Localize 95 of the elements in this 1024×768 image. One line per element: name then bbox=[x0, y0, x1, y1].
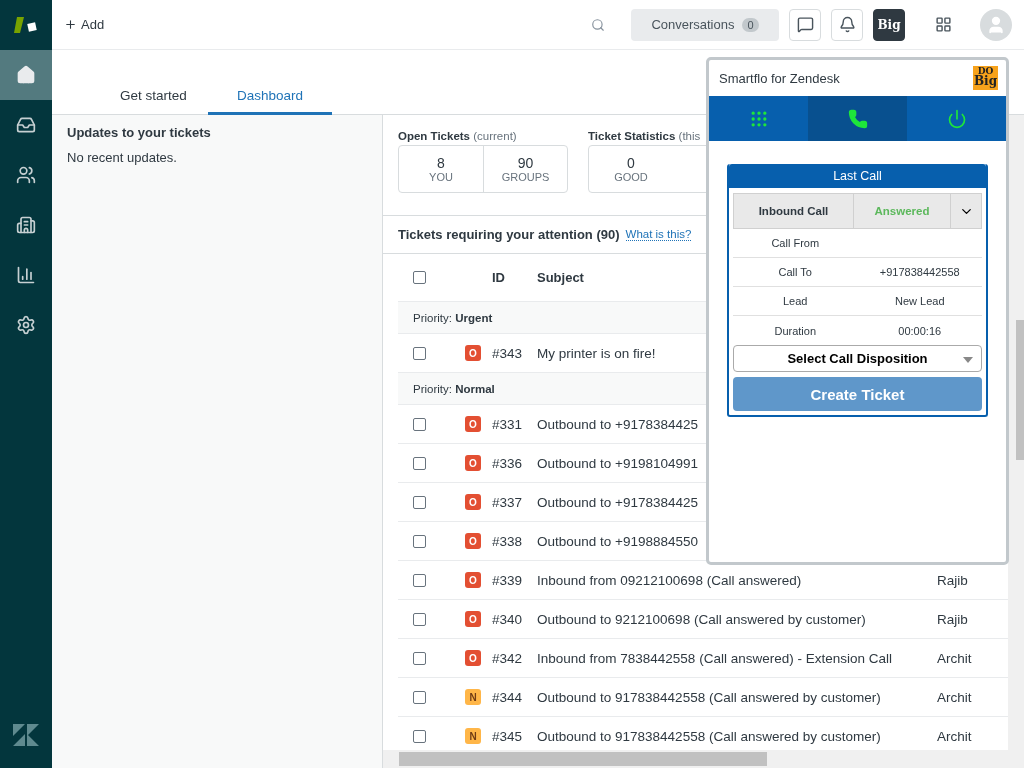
empty-message: No recent updates. bbox=[67, 150, 178, 165]
checkbox[interactable] bbox=[413, 651, 426, 665]
detail-label: Lead bbox=[782, 295, 809, 307]
requester: Archit bbox=[937, 728, 973, 744]
admin-icon bbox=[16, 315, 36, 335]
power-icon bbox=[946, 108, 967, 129]
requester: Archit bbox=[937, 650, 973, 666]
ticket-id: #343 bbox=[492, 345, 524, 361]
ticket-id: #342 bbox=[492, 650, 524, 666]
ticket-id: #338 bbox=[492, 533, 524, 549]
ticket-subject[interactable]: Inbound from 09212100698 (Call answered) bbox=[537, 572, 937, 588]
checkbox[interactable] bbox=[413, 612, 426, 626]
views-icon bbox=[16, 115, 36, 135]
zendesk-logo-icon bbox=[13, 724, 39, 746]
ticket-id: #336 bbox=[492, 455, 524, 471]
ticket-id: #345 bbox=[492, 728, 524, 744]
bell-icon bbox=[838, 16, 856, 33]
ticket-id: #339 bbox=[492, 572, 524, 588]
stat-value: 90 bbox=[517, 155, 534, 171]
apps-grid-icon[interactable] bbox=[935, 16, 952, 33]
ticket-id: #331 bbox=[492, 416, 524, 432]
column-header: Subject bbox=[537, 270, 585, 285]
checkbox[interactable] bbox=[413, 495, 426, 509]
search-icon bbox=[591, 17, 605, 32]
checkbox[interactable] bbox=[413, 417, 426, 431]
ticket-subject[interactable]: Outbound to 917838442558 (Call answered by customer) bbox=[537, 728, 937, 744]
checkbox[interactable] bbox=[413, 690, 426, 704]
status-badge: N bbox=[465, 689, 481, 705]
detail-label: Call From bbox=[770, 237, 821, 249]
organizations-icon bbox=[16, 215, 36, 235]
stat-label: YOU bbox=[429, 171, 453, 183]
requester: Archit bbox=[937, 689, 973, 705]
reporting-icon bbox=[16, 265, 36, 285]
checkbox[interactable] bbox=[413, 346, 426, 360]
status-badge: O bbox=[465, 416, 481, 432]
ticket-id: #344 bbox=[492, 689, 524, 705]
plus-icon bbox=[64, 18, 77, 31]
stat-label: GOOD bbox=[614, 171, 648, 183]
tab[interactable]: Get started bbox=[92, 88, 208, 115]
stat-label: GROUPS bbox=[501, 171, 550, 183]
checkbox[interactable] bbox=[413, 456, 426, 470]
status-badge: O bbox=[465, 494, 481, 510]
ticket-subject[interactable]: Outbound to 9212100698 (Call answered by customer) bbox=[537, 611, 937, 627]
phone-tab[interactable] bbox=[808, 96, 907, 141]
status-badge: O bbox=[465, 650, 481, 666]
detail-value: +917838442558 bbox=[878, 266, 961, 278]
column-header: ID bbox=[492, 270, 506, 285]
help-link[interactable]: What is this? bbox=[625, 228, 692, 241]
detail-value: 00:00:16 bbox=[897, 324, 943, 337]
person-icon bbox=[986, 14, 1006, 35]
ticket-subject[interactable]: Outbound to 917838442558 (Call answered by customer) bbox=[537, 689, 937, 705]
home-icon bbox=[16, 65, 36, 85]
card-title: Last Call bbox=[729, 164, 986, 188]
detail-value: New Lead bbox=[893, 295, 946, 307]
status-badge: O bbox=[465, 533, 481, 549]
disposition-select[interactable]: Select Call Disposition bbox=[733, 345, 982, 372]
group-label: Priority: Urgent bbox=[413, 311, 493, 324]
conversations-button[interactable]: Conversations 0 bbox=[631, 8, 779, 41]
status-badge: O bbox=[465, 455, 481, 471]
checkbox[interactable] bbox=[413, 573, 426, 587]
notifications-button[interactable] bbox=[831, 8, 863, 41]
popup-title: Smartflo for Zendesk bbox=[719, 70, 840, 86]
section-title: Tickets requiring your attention (90) bbox=[398, 227, 620, 242]
chat-bubble-icon bbox=[796, 16, 814, 33]
detail-label: Call To bbox=[777, 266, 813, 278]
conversations-count: 0 bbox=[742, 17, 759, 32]
stat-title: Ticket Statistics (this bbox=[588, 130, 702, 142]
status-badge: O bbox=[465, 345, 481, 361]
chat-button[interactable] bbox=[789, 8, 821, 41]
status-badge: O bbox=[465, 572, 481, 588]
add-button[interactable]: Add bbox=[64, 17, 105, 32]
requester: Rajib bbox=[937, 572, 969, 588]
ticket-id: #340 bbox=[492, 611, 524, 627]
ticket-subject[interactable]: Inbound from 7838442558 (Call answered) - Extension Call bbox=[537, 650, 937, 666]
status-badge: N bbox=[465, 728, 481, 744]
home-nav-item[interactable] bbox=[0, 50, 52, 100]
logo-icon bbox=[14, 15, 38, 35]
checkbox[interactable] bbox=[413, 534, 426, 548]
status-badge: O bbox=[465, 611, 481, 627]
checkbox[interactable] bbox=[413, 729, 426, 743]
app-logo: DO Big bbox=[973, 66, 998, 90]
stat-value: 8 bbox=[437, 155, 445, 171]
call-status: Answered bbox=[854, 194, 951, 228]
stat-title: Open Tickets (current) bbox=[398, 130, 518, 142]
stat-value: 0 bbox=[627, 155, 635, 171]
call-direction: Inbound Call bbox=[734, 194, 854, 228]
section-title: Updates to your tickets bbox=[67, 125, 212, 140]
ticket-id: #337 bbox=[492, 494, 524, 510]
group-label: Priority: Normal bbox=[413, 382, 495, 395]
detail-label: Duration bbox=[773, 324, 818, 337]
requester: Rajib bbox=[937, 611, 969, 627]
app-button[interactable]: Big bbox=[873, 8, 905, 41]
customers-icon bbox=[16, 165, 36, 185]
checkbox[interactable] bbox=[413, 271, 426, 284]
phone-icon bbox=[847, 108, 868, 129]
